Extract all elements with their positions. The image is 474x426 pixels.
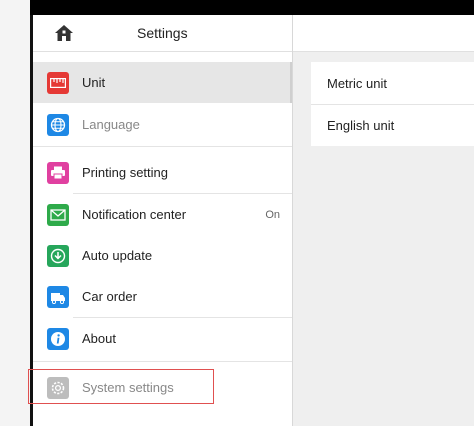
ruler-icon: [47, 71, 69, 94]
sidebar-item-label: Printing setting: [82, 165, 168, 180]
car-order-icon: [47, 285, 69, 308]
home-icon: [55, 25, 73, 41]
sidebar-item-label: Language: [82, 117, 140, 132]
section-divider: [33, 361, 292, 362]
sidebar-item-notification-center[interactable]: Notification center On: [33, 194, 292, 235]
content-header: [293, 15, 474, 52]
option-english-unit[interactable]: English unit: [311, 104, 474, 146]
printer-icon: [47, 161, 69, 184]
settings-sidebar: Settings Unit Language Printing setting …: [33, 15, 293, 426]
option-metric-unit[interactable]: Metric unit: [311, 62, 474, 104]
option-label: Metric unit: [327, 75, 387, 91]
sidebar-item-label: Notification center: [82, 207, 187, 222]
settings-screen: Settings Unit Language Printing setting …: [33, 15, 474, 426]
option-label: English unit: [327, 118, 395, 133]
sidebar-item-label: Car order: [82, 289, 137, 304]
sidebar-item-label: About: [82, 331, 116, 346]
sidebar-item-car-order[interactable]: Car order: [33, 276, 292, 317]
sidebar-item-printing-setting[interactable]: Printing setting: [33, 152, 292, 193]
device-bezel-top: [0, 0, 474, 15]
sidebar-item-about[interactable]: About: [33, 318, 292, 359]
sidebar-item-language[interactable]: Language: [33, 104, 292, 145]
globe-icon: [47, 113, 69, 136]
home-button[interactable]: [33, 15, 95, 51]
download-icon: [47, 244, 69, 267]
unit-options-panel: Metric unit English unit: [311, 62, 474, 146]
section-divider: [33, 146, 292, 147]
sidebar-item-label: Unit: [82, 75, 106, 90]
message-icon: [47, 203, 69, 226]
device-bezel-left: [0, 0, 30, 426]
notification-status: On: [265, 208, 280, 221]
sidebar-item-label: Auto update: [82, 248, 153, 263]
info-icon: [47, 327, 69, 350]
highlight-annotation: [28, 369, 214, 404]
sidebar-item-auto-update[interactable]: Auto update: [33, 235, 292, 276]
page-title: Settings: [137, 25, 188, 41]
sidebar-header: Settings: [33, 15, 292, 52]
sidebar-item-unit[interactable]: Unit: [33, 62, 292, 103]
